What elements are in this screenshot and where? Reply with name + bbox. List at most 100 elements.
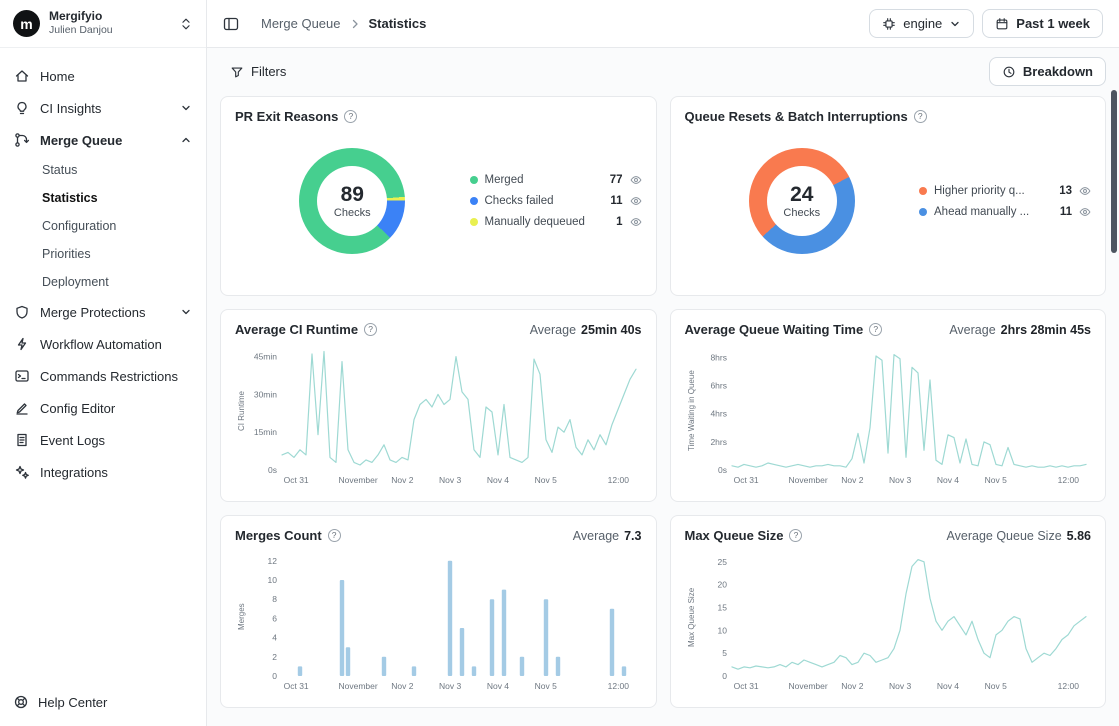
- svg-text:25: 25: [717, 557, 727, 567]
- org-switch-icon[interactable]: [179, 17, 193, 31]
- svg-text:Oct 31: Oct 31: [284, 681, 309, 691]
- legend-item-merged[interactable]: Merged 77: [470, 174, 642, 186]
- sidebar-item-config-editor[interactable]: Config Editor: [0, 392, 206, 424]
- svg-text:20: 20: [717, 580, 727, 590]
- breadcrumb: Merge Queue Statistics: [261, 16, 426, 31]
- visibility-icon[interactable]: [630, 174, 642, 186]
- sidebar-item-label: Configuration: [42, 219, 116, 233]
- y-axis-title: CI Runtime: [235, 341, 248, 481]
- svg-text:0: 0: [272, 671, 277, 681]
- legend-value: 11: [610, 195, 622, 207]
- sidebar-item-label: Status: [42, 163, 77, 177]
- card-title: Average CI Runtime: [235, 322, 358, 337]
- sidebar-item-label: Integrations: [40, 465, 108, 480]
- pr-exit-donut-chart[interactable]: 89 Checks: [299, 148, 405, 254]
- breakdown-button[interactable]: Breakdown: [989, 57, 1106, 86]
- sidebar-item-commands-restrictions[interactable]: Commands Restrictions: [0, 360, 206, 392]
- visibility-icon[interactable]: [1079, 206, 1091, 218]
- svg-text:12:00: 12:00: [1057, 475, 1079, 485]
- legend-item-manually-dequeued[interactable]: Manually dequeued 1: [470, 216, 642, 228]
- legend-item-ahead-manually[interactable]: Ahead manually ... 11: [919, 206, 1091, 218]
- pencil-icon: [14, 400, 30, 416]
- merge-queue-icon: [14, 132, 30, 148]
- legend-color-dot: [919, 187, 927, 195]
- card-pr-exit-reasons: PR Exit Reasons ? 89 Checks Merged: [220, 96, 657, 296]
- average-stat: Average7.3: [573, 529, 642, 543]
- svg-text:Oct 31: Oct 31: [284, 475, 309, 485]
- chevron-down-icon: [180, 102, 192, 114]
- help-icon[interactable]: ?: [328, 529, 341, 542]
- help-center-label: Help Center: [38, 695, 107, 710]
- svg-text:Nov 2: Nov 2: [841, 681, 863, 691]
- filters-button[interactable]: Filters: [220, 58, 296, 85]
- queue-resets-donut-chart[interactable]: 24 Checks: [749, 148, 855, 254]
- legend-label: Higher priority q...: [934, 185, 1052, 197]
- max-queue-size-chart[interactable]: 0510152025Oct 31NovemberNov 2Nov 3Nov 4N…: [698, 547, 1092, 692]
- help-icon[interactable]: ?: [869, 323, 882, 336]
- sidebar-item-merge-protections[interactable]: Merge Protections: [0, 296, 206, 328]
- sidebar-item-home[interactable]: Home: [0, 60, 206, 92]
- svg-text:November: November: [788, 475, 827, 485]
- engine-select[interactable]: engine: [869, 9, 974, 38]
- svg-text:8: 8: [272, 594, 277, 604]
- queue-waiting-time-chart[interactable]: 0s2hrs4hrs6hrs8hrsOct 31NovemberNov 2Nov…: [698, 341, 1092, 486]
- sidebar-item-workflow-automation[interactable]: Workflow Automation: [0, 328, 206, 360]
- sidebar-item-integrations[interactable]: Integrations: [0, 456, 206, 488]
- svg-text:Nov 3: Nov 3: [889, 475, 911, 485]
- sidebar-item-merge-queue[interactable]: Merge Queue: [0, 124, 206, 156]
- sidebar-item-label: CI Insights: [40, 101, 101, 116]
- donut-unit: Checks: [334, 207, 371, 219]
- card-title: Queue Resets & Batch Interruptions: [685, 109, 908, 124]
- time-range-button[interactable]: Past 1 week: [982, 9, 1103, 38]
- sidebar-item-status[interactable]: Status: [0, 156, 206, 184]
- svg-text:November: November: [339, 475, 378, 485]
- legend: Merged 77 Checks failed 11 Manually dequ…: [470, 165, 642, 237]
- merges-count-chart[interactable]: 024681012Oct 31NovemberNov 2Nov 3Nov 4No…: [248, 547, 642, 692]
- svg-text:Oct 31: Oct 31: [733, 475, 758, 485]
- svg-text:5: 5: [722, 648, 727, 658]
- svg-text:Nov 5: Nov 5: [984, 681, 1006, 691]
- legend-color-dot: [470, 197, 478, 205]
- legend-label: Merged: [485, 174, 603, 186]
- svg-text:Nov 3: Nov 3: [439, 681, 461, 691]
- sidebar-item-deployment[interactable]: Deployment: [0, 268, 206, 296]
- ci-runtime-chart[interactable]: 0s15min30min45minOct 31NovemberNov 2Nov …: [248, 341, 642, 486]
- help-icon[interactable]: ?: [364, 323, 377, 336]
- org-switcher[interactable]: m Mergifyio Julien Danjou: [0, 0, 206, 48]
- sidebar-nav: Home CI Insights Merge Queue Status Stat…: [0, 48, 206, 488]
- legend-item-checks-failed[interactable]: Checks failed 11: [470, 195, 642, 207]
- svg-text:2hrs: 2hrs: [710, 437, 727, 447]
- help-icon[interactable]: ?: [914, 110, 927, 123]
- legend-label: Ahead manually ...: [934, 206, 1053, 218]
- legend-color-dot: [470, 218, 478, 226]
- svg-text:0s: 0s: [718, 465, 727, 475]
- help-icon[interactable]: ?: [789, 529, 802, 542]
- sidebar-item-label: Commands Restrictions: [40, 369, 178, 384]
- svg-text:15: 15: [717, 603, 727, 613]
- card-queue-resets: Queue Resets & Batch Interruptions ? 24 …: [670, 96, 1107, 296]
- svg-text:12: 12: [268, 556, 278, 566]
- breakdown-label: Breakdown: [1023, 64, 1093, 79]
- visibility-icon[interactable]: [630, 216, 642, 228]
- visibility-icon[interactable]: [1079, 185, 1091, 197]
- breadcrumb-merge-queue[interactable]: Merge Queue: [261, 16, 341, 31]
- sidebar-toggle-button[interactable]: [223, 16, 239, 32]
- org-user: Julien Danjou: [49, 24, 113, 37]
- sidebar-item-ci-insights[interactable]: CI Insights: [0, 92, 206, 124]
- sidebar-item-configuration[interactable]: Configuration: [0, 212, 206, 240]
- shield-icon: [14, 304, 30, 320]
- donut-center: 24 Checks: [767, 166, 837, 236]
- chevron-up-icon: [180, 134, 192, 146]
- breadcrumb-statistics: Statistics: [369, 16, 427, 31]
- mergify-logo: m: [13, 10, 40, 37]
- sidebar-item-statistics[interactable]: Statistics: [0, 184, 206, 212]
- sidebar-item-priorities[interactable]: Priorities: [0, 240, 206, 268]
- legend-item-higher-priority[interactable]: Higher priority q... 13: [919, 185, 1091, 197]
- sidebar-item-event-logs[interactable]: Event Logs: [0, 424, 206, 456]
- help-center-link[interactable]: Help Center: [13, 694, 107, 710]
- help-icon[interactable]: ?: [344, 110, 357, 123]
- average-stat: Average2hrs 28min 45s: [949, 323, 1091, 337]
- visibility-icon[interactable]: [630, 195, 642, 207]
- scrollbar-thumb[interactable]: [1111, 90, 1117, 253]
- svg-text:Oct 31: Oct 31: [733, 681, 758, 691]
